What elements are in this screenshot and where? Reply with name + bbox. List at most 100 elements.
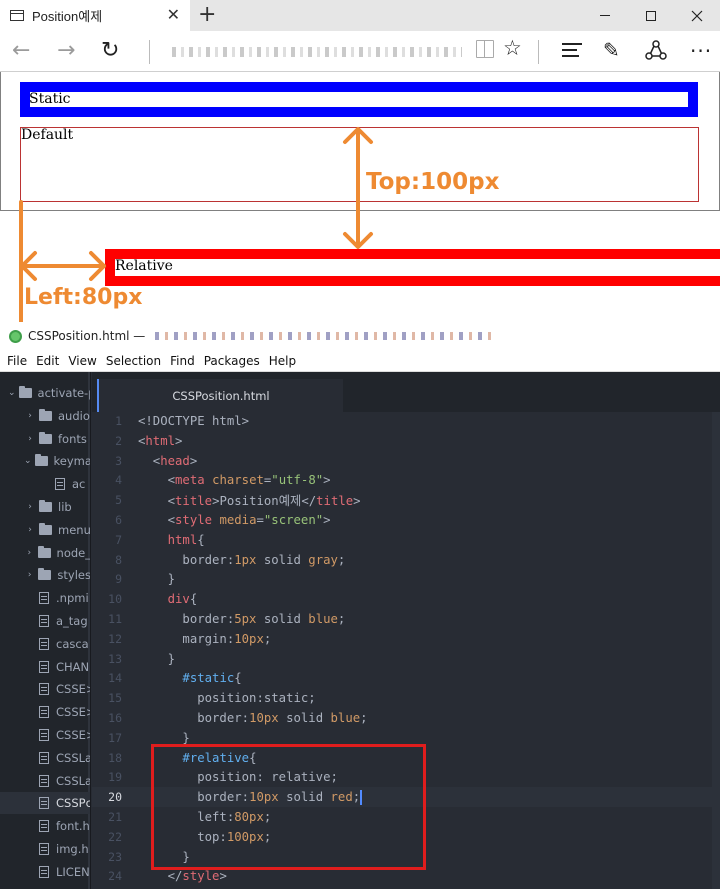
code-line[interactable]: 24 </style> — [92, 866, 720, 886]
maximize-button[interactable] — [628, 0, 674, 31]
code-token: style — [182, 869, 220, 884]
code-token: < — [138, 494, 176, 509]
code-line[interactable]: 21 left:80px; — [92, 807, 720, 827]
code-line[interactable]: 10 div{ — [92, 589, 720, 609]
menu-find[interactable]: Find — [170, 354, 195, 368]
tree-folder[interactable]: › node_ — [0, 542, 90, 564]
close-icon[interactable]: ✕ — [167, 5, 180, 24]
code-line[interactable]: 19 position: relative; — [92, 767, 720, 787]
share-icon[interactable] — [645, 39, 667, 61]
reading-view-icon[interactable] — [476, 40, 494, 58]
code-line[interactable]: 16 border:10px solid blue; — [92, 708, 720, 728]
code-line[interactable]: 3 <head> — [92, 451, 720, 471]
code-line[interactable]: 4 <meta charset="utf-8"> — [92, 470, 720, 490]
menu-selection[interactable]: Selection — [106, 354, 161, 368]
chevron-right-icon[interactable]: › — [24, 411, 36, 421]
code-line[interactable]: 7 html{ — [92, 530, 720, 550]
code-text: } — [122, 572, 175, 586]
tree-file[interactable]: casca — [0, 633, 90, 655]
tree-file[interactable]: CSSLa — [0, 747, 90, 769]
tree-folder[interactable]: › menu — [0, 519, 90, 541]
tree-file[interactable]: font.h — [0, 815, 90, 837]
code-line[interactable]: 6 <style media="screen"> — [92, 510, 720, 530]
nav-divider — [538, 40, 539, 64]
code-line[interactable]: 2 <html> — [92, 431, 720, 451]
left-annotation-label: Left:80px — [24, 285, 143, 310]
code-line[interactable]: 9 } — [92, 569, 720, 589]
tree-item-label: audio — [58, 408, 90, 423]
editor-tab-label: CSSPosition.html — [172, 388, 270, 403]
browser-tab[interactable]: Position예제 ✕ — [0, 0, 190, 31]
menu-help[interactable]: Help — [269, 354, 296, 368]
code-line[interactable]: 22 top:100px; — [92, 827, 720, 847]
chevron-right-icon[interactable]: › — [24, 525, 36, 535]
code-editor[interactable]: 1 <!DOCTYPE html> 2 <html> 3 <head> 4 <meta c… — [92, 412, 720, 889]
menu-packages[interactable]: Packages — [204, 354, 260, 368]
editor-tab-active[interactable]: CSSPosition.html — [97, 379, 343, 412]
code-line[interactable]: 17 } — [92, 728, 720, 748]
code-line[interactable]: 12 margin:10px; — [92, 629, 720, 649]
tree-file[interactable]: a_tag — [0, 610, 90, 632]
tree-file[interactable]: CSSPc — [0, 792, 91, 815]
code-token: top: — [138, 829, 227, 844]
file-icon — [39, 637, 49, 650]
chevron-down-icon[interactable]: ⌄ — [8, 388, 16, 398]
code-line[interactable]: 23 } — [92, 847, 720, 867]
tree-item-label: a_tag — [56, 614, 88, 628]
chevron-right-icon[interactable]: › — [24, 434, 36, 444]
hub-icon[interactable] — [562, 43, 582, 61]
tree-file[interactable]: CSSLa — [0, 770, 90, 792]
tree-item-label: CSSPc — [56, 796, 91, 811]
minimize-button[interactable] — [582, 0, 628, 31]
code-line[interactable]: 20 border:10px solid red; — [92, 787, 720, 808]
tree-file[interactable]: .npmi — [0, 587, 90, 609]
new-tab-icon[interactable]: + — [198, 2, 216, 28]
more-icon[interactable]: ··· — [690, 39, 712, 63]
menu-file[interactable]: File — [7, 354, 27, 368]
menu-edit[interactable]: Edit — [36, 354, 59, 368]
code-line[interactable]: 11 border:5px solid blue; — [92, 609, 720, 629]
code-line[interactable]: 1 <!DOCTYPE html> — [92, 411, 720, 431]
tree-folder[interactable]: › lib — [0, 496, 90, 518]
back-icon[interactable]: ← — [12, 38, 30, 64]
tree-folder[interactable]: ⌄ keyma — [0, 450, 90, 472]
tree-file[interactable]: CHAN — [0, 656, 90, 678]
code-text: <title>Position예제</title> — [122, 491, 361, 509]
code-token: } — [138, 572, 176, 587]
tree-folder[interactable]: ⌄ activate-p — [0, 382, 90, 404]
chevron-down-icon[interactable]: ⌄ — [24, 456, 32, 466]
address-bar[interactable] — [172, 47, 462, 57]
code-line[interactable]: 18 #relative{ — [92, 748, 720, 768]
forward-icon[interactable]: → — [57, 38, 75, 64]
code-token: border: — [138, 789, 250, 804]
file-icon — [55, 478, 65, 491]
tree-file[interactable]: img.h — [0, 838, 90, 860]
tree-folder[interactable]: › fonts — [0, 428, 90, 450]
file-icon — [39, 774, 49, 787]
code-line[interactable]: 14 #static{ — [92, 668, 720, 688]
tree-folder[interactable]: › audio — [0, 405, 90, 427]
tree-file[interactable]: CSSE> — [0, 724, 90, 746]
refresh-icon[interactable]: ↻ — [101, 38, 119, 64]
tree-item-label: .npmi — [56, 591, 89, 606]
code-text: html{ — [122, 533, 205, 547]
file-icon — [39, 729, 49, 741]
code-line[interactable]: 13 } — [92, 649, 720, 669]
web-note-icon[interactable]: ✎ — [603, 38, 620, 62]
code-line[interactable]: 15 position:static; — [92, 688, 720, 708]
code-text: border:5px solid blue; — [122, 612, 345, 626]
tree-file[interactable]: ac — [0, 473, 90, 495]
code-line[interactable]: 5 <title>Position예제</title> — [92, 490, 720, 510]
tree-file[interactable]: CSSE> — [0, 701, 90, 723]
window-close-button[interactable] — [674, 0, 720, 31]
code-line[interactable]: 8 border:1px solid gray; — [92, 550, 720, 570]
menu-view[interactable]: View — [68, 354, 96, 368]
favorite-star-icon[interactable]: ☆ — [503, 36, 522, 60]
tree-file[interactable]: LICEN — [0, 861, 90, 883]
chevron-right-icon[interactable]: › — [24, 570, 35, 580]
chevron-right-icon[interactable]: › — [24, 502, 36, 512]
chevron-right-icon[interactable]: › — [24, 548, 35, 558]
file-icon — [39, 865, 49, 878]
tree-file[interactable]: CSSE> — [0, 678, 90, 700]
tree-folder[interactable]: › styles — [0, 564, 90, 586]
